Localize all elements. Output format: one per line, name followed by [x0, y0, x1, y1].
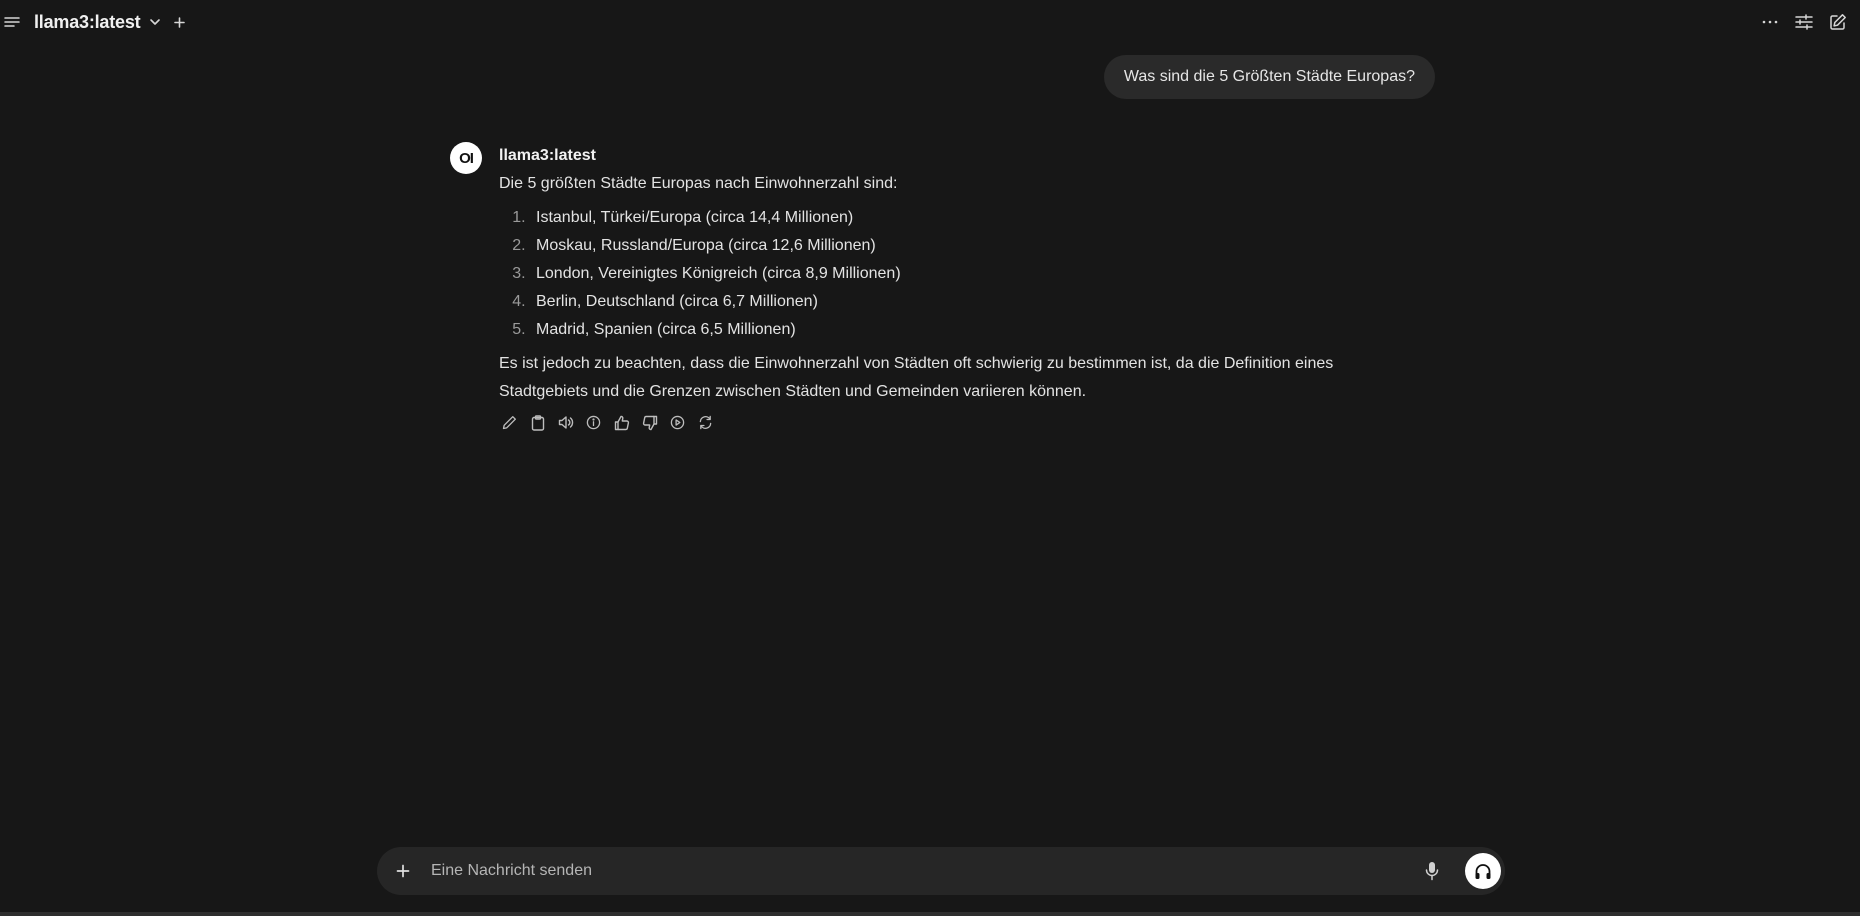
assistant-intro-text: Die 5 größten Städte Europas nach Einwoh… [499, 175, 898, 192]
list-item: Madrid, Spanien (circa 6,5 Millionen) [530, 316, 1399, 344]
chevron-down-icon[interactable] [148, 15, 162, 29]
top-bar-right [1760, 10, 1848, 34]
list-item: Berlin, Deutschland (circa 6,7 Millionen… [530, 288, 1399, 316]
thumbs-up-icon[interactable] [613, 414, 630, 431]
user-message-text: Was sind die 5 Größten Städte Europas? [1123, 68, 1415, 85]
model-selector-label[interactable]: llama3:latest [34, 12, 141, 33]
microphone-icon[interactable] [1421, 860, 1443, 882]
assistant-message-body: llama3:latest Die 5 größten Städte Europ… [499, 146, 1399, 431]
clipboard-icon[interactable] [529, 414, 546, 431]
speaker-icon[interactable] [557, 414, 574, 431]
plus-icon[interactable] [393, 861, 413, 881]
top-bar-left: llama3:latest [4, 10, 186, 34]
avatar-text: OI [459, 149, 474, 167]
info-icon[interactable] [585, 414, 602, 431]
list-item: Istanbul, Türkei/Europa (circa 14,4 Mill… [530, 204, 1399, 232]
list-item: Moskau, Russland/Europa (circa 12,6 Mill… [530, 232, 1399, 260]
sliders-icon[interactable] [1794, 12, 1814, 32]
city-list: Istanbul, Türkei/Europa (circa 14,4 Mill… [499, 204, 1399, 344]
list-item: London, Vereinigtes Königreich (circa 8,… [530, 260, 1399, 288]
assistant-name: llama3:latest [499, 147, 596, 164]
more-horizontal-icon[interactable] [1760, 12, 1780, 32]
user-message-bubble: Was sind die 5 Größten Städte Europas? [1103, 55, 1435, 99]
app-window: llama3:latest Was sind die 5 Größten Stä… [0, 0, 1860, 916]
message-composer [377, 847, 1505, 895]
edit-icon[interactable] [1828, 12, 1848, 32]
headphones-icon[interactable] [1465, 853, 1501, 889]
menu-icon[interactable] [4, 14, 20, 30]
refresh-icon[interactable] [697, 414, 714, 431]
thumbs-down-icon[interactable] [641, 414, 658, 431]
window-bottom-edge [0, 912, 1860, 916]
assistant-avatar: OI [450, 142, 482, 174]
pencil-icon[interactable] [501, 414, 518, 431]
assistant-note-text: Es ist jedoch zu beachten, dass die Einw… [499, 355, 1334, 400]
message-actions [501, 414, 1399, 431]
message-input[interactable] [429, 855, 1329, 887]
top-bar: llama3:latest [0, 0, 1860, 44]
play-icon[interactable] [669, 414, 686, 431]
plus-icon[interactable] [172, 15, 186, 29]
